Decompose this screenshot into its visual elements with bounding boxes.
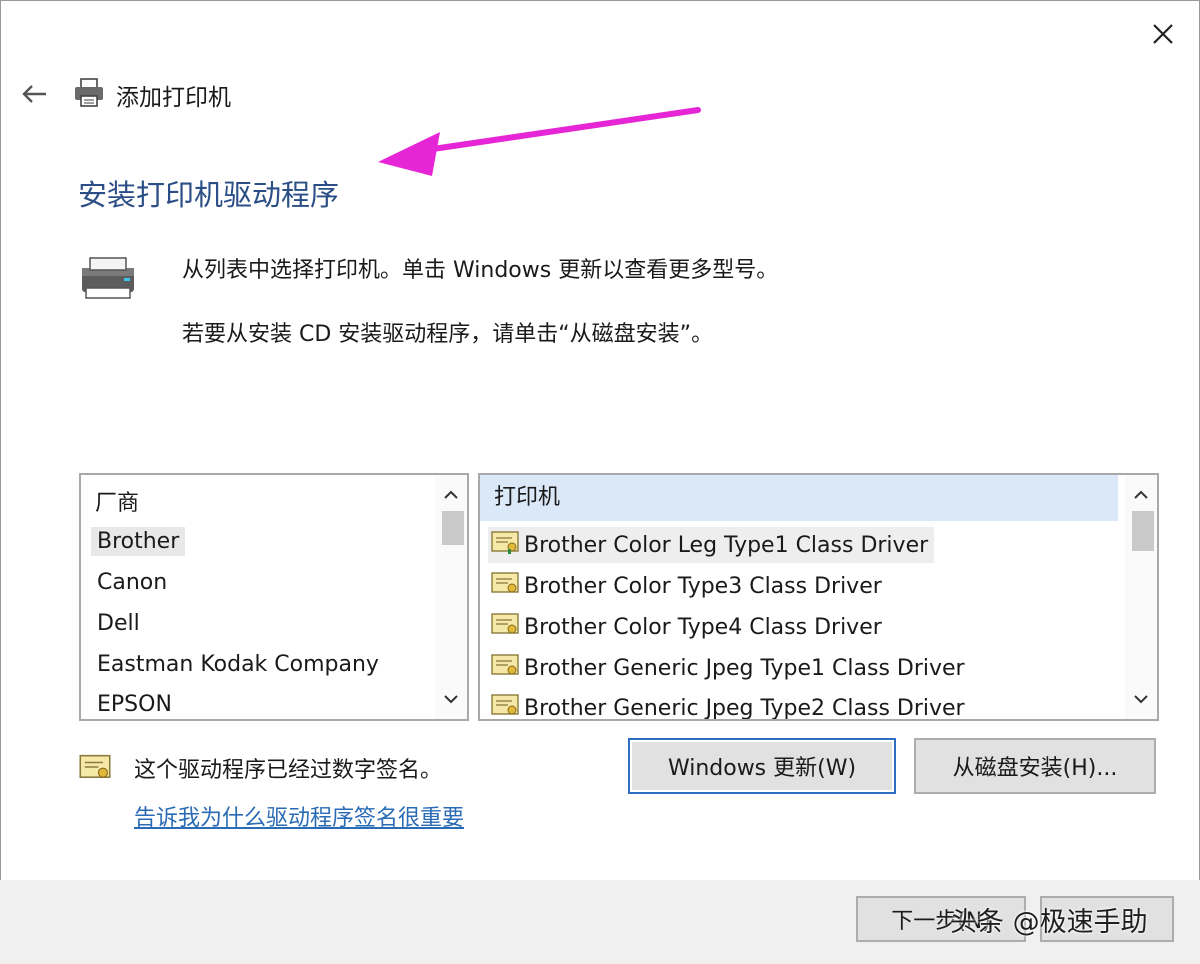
- watermark: 头条 @极速手助: [950, 907, 1148, 938]
- printer-item[interactable]: Brother Color Leg Type1 Class Driver: [488, 527, 935, 563]
- scroll-down-button[interactable]: [1125, 683, 1157, 715]
- driver-certificate-icon: [490, 570, 520, 602]
- printer-item-label: Brother Color Leg Type1 Class Driver: [524, 532, 929, 558]
- signature-status-text: 这个驱动程序已经过数字签名。: [134, 758, 443, 783]
- manufacturer-item[interactable]: Canon: [91, 568, 173, 597]
- manufacturer-listbox[interactable]: 厂商 Brother Canon Dell Eastman Kodak Comp…: [79, 473, 469, 721]
- windows-update-button[interactable]: Windows 更新(W): [628, 738, 896, 794]
- printer-icon: [72, 76, 106, 114]
- printer-item[interactable]: Brother Generic Jpeg Type2 Class Driver: [488, 690, 971, 721]
- chevron-up-icon: [1134, 490, 1148, 499]
- printer-large-icon: [76, 252, 140, 306]
- scroll-up-button[interactable]: [1125, 479, 1157, 511]
- printer-listbox[interactable]: 打印机 Brother Color Leg Type1 Class Driver…: [478, 473, 1159, 721]
- driver-certificate-icon: [490, 652, 520, 684]
- scroll-down-button[interactable]: [435, 683, 467, 715]
- driver-certificate-icon: [490, 529, 520, 561]
- printer-item-label: Brother Generic Jpeg Type2 Class Driver: [524, 695, 965, 721]
- manufacturer-item[interactable]: Dell: [91, 609, 146, 638]
- manufacturer-item[interactable]: Eastman Kodak Company: [91, 650, 385, 679]
- chevron-up-icon: [444, 490, 458, 499]
- scroll-thumb[interactable]: [1132, 511, 1154, 551]
- description-line-2: 若要从安装 CD 安装驱动程序，请单击“从磁盘安装”。: [182, 322, 714, 347]
- printer-item[interactable]: Brother Color Type3 Class Driver: [488, 568, 888, 604]
- back-button[interactable]: [14, 74, 54, 114]
- page-heading: 安装打印机驱动程序: [78, 178, 340, 212]
- manufacturer-item[interactable]: Brother: [91, 527, 186, 556]
- window-title: 添加打印机: [116, 85, 231, 111]
- printer-item-label: Brother Color Type4 Class Driver: [524, 614, 882, 640]
- manufacturer-column-header: 厂商: [95, 491, 140, 516]
- back-arrow-icon: [22, 85, 46, 103]
- printer-item-label: Brother Generic Jpeg Type1 Class Driver: [524, 655, 965, 681]
- close-button[interactable]: [1140, 14, 1186, 54]
- printer-scrollbar[interactable]: [1125, 475, 1157, 719]
- chevron-down-icon: [1134, 695, 1148, 704]
- manufacturer-scrollbar[interactable]: [435, 475, 467, 719]
- printer-item-label: Brother Color Type3 Class Driver: [524, 573, 882, 599]
- close-icon: [1153, 24, 1173, 44]
- description-line-1: 从列表中选择打印机。单击 Windows 更新以查看更多型号。: [182, 258, 779, 283]
- have-disk-button[interactable]: 从磁盘安装(H)...: [914, 738, 1156, 794]
- manufacturer-item[interactable]: EPSON: [91, 690, 178, 719]
- scroll-up-button[interactable]: [435, 479, 467, 511]
- scroll-thumb[interactable]: [442, 511, 464, 545]
- printer-column-header: 打印机: [480, 475, 1118, 521]
- signed-driver-icon: [78, 752, 112, 786]
- driver-certificate-icon: [490, 611, 520, 643]
- chevron-down-icon: [444, 695, 458, 704]
- driver-certificate-icon: [490, 692, 520, 719]
- signature-info-link[interactable]: 告诉我为什么驱动程序签名很重要: [134, 800, 464, 832]
- printer-item[interactable]: Brother Generic Jpeg Type1 Class Driver: [488, 650, 971, 686]
- annotation-arrow: [370, 100, 710, 194]
- printer-item[interactable]: Brother Color Type4 Class Driver: [488, 609, 888, 645]
